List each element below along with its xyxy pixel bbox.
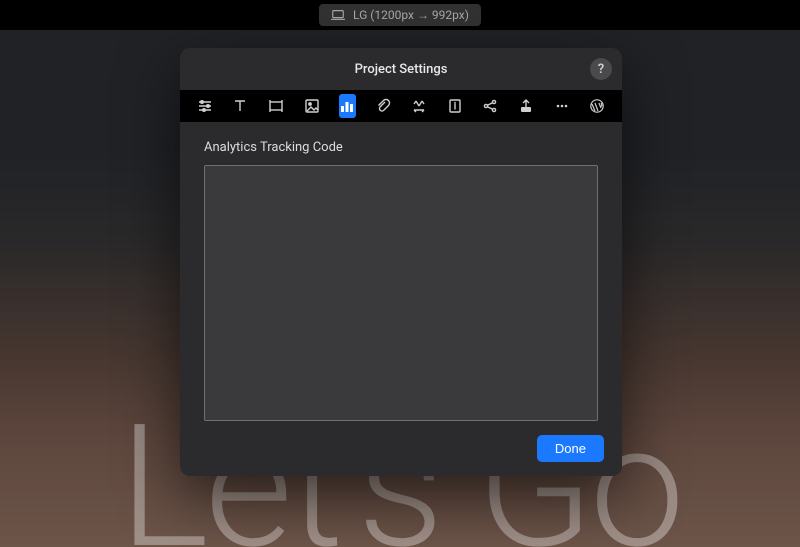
section-label: Analytics Tracking Code <box>204 140 598 155</box>
top-bar: LG (1200px → 992px) <box>0 0 800 30</box>
wordpress-icon[interactable] <box>588 94 606 118</box>
recycle-icon[interactable] <box>410 94 428 118</box>
modal-header: Project Settings ? <box>180 48 622 90</box>
help-button[interactable]: ? <box>590 58 612 80</box>
sliders-icon[interactable] <box>196 94 214 118</box>
breakpoint-label: LG (1200px → 992px) <box>353 8 469 22</box>
analytics-code-input[interactable] <box>204 165 598 421</box>
export-icon[interactable] <box>517 94 535 118</box>
modal-footer: Done <box>180 421 622 476</box>
info-icon[interactable] <box>446 94 464 118</box>
breakpoint-badge[interactable]: LG (1200px → 992px) <box>319 4 481 26</box>
attachment-icon[interactable] <box>374 94 392 118</box>
share-icon[interactable] <box>481 94 499 118</box>
laptop-icon <box>331 9 345 21</box>
project-settings-modal: Project Settings ? <box>180 48 622 476</box>
analytics-icon[interactable] <box>339 94 357 118</box>
image-icon[interactable] <box>303 94 321 118</box>
more-icon[interactable] <box>553 94 571 118</box>
layout-icon[interactable] <box>267 94 285 118</box>
settings-toolbar <box>180 90 622 122</box>
text-icon[interactable] <box>232 94 250 118</box>
done-button[interactable]: Done <box>537 435 604 462</box>
modal-title: Project Settings <box>355 62 448 77</box>
analytics-section: Analytics Tracking Code <box>180 122 622 421</box>
